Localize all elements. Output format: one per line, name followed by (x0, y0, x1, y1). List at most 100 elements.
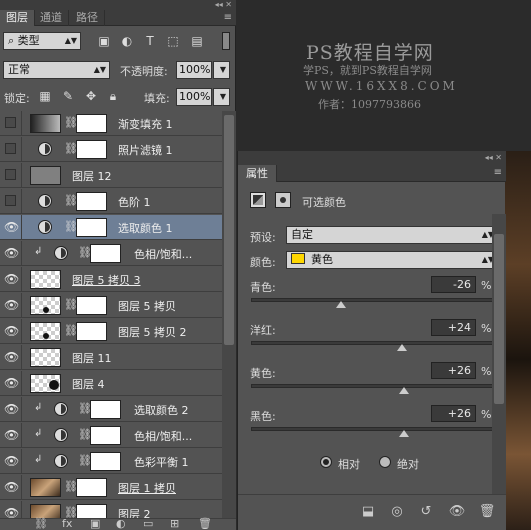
visibility-toggle[interactable]: 👁︎ (0, 475, 22, 500)
preset-select[interactable]: 自定 ▲▼ (286, 226, 498, 244)
visibility-toggle[interactable] (0, 189, 22, 214)
layer-mask-thumbnail[interactable] (76, 192, 107, 211)
props-collapse-bar[interactable]: ◂◂ ✕ (238, 151, 506, 165)
layers-scrollbar[interactable] (222, 111, 236, 521)
black-value-field[interactable]: +26 (431, 405, 476, 422)
layer-row[interactable]: 👁︎ 图层 11 (0, 345, 222, 370)
colors-select[interactable]: 黄色 ▲▼ (286, 251, 498, 269)
adjustment-filter-icon[interactable]: ◐ (120, 34, 134, 48)
visibility-toggle[interactable]: 👁︎ (0, 319, 22, 344)
layer-row[interactable]: 👁︎ ↲ ⛓ 色相/饱和... (0, 423, 222, 448)
yellow-slider-track[interactable] (251, 384, 494, 388)
magenta-slider-knob[interactable] (396, 344, 407, 351)
layer-mask-thumbnail[interactable] (90, 400, 121, 419)
pixel-filter-icon[interactable]: ▣ (97, 34, 111, 48)
clip-to-layer-icon[interactable]: ⬓ (359, 503, 377, 521)
visibility-toggle[interactable]: 👁︎ (0, 397, 22, 422)
layer-style-icon[interactable]: fx (62, 517, 72, 530)
eye-icon[interactable]: 👁︎ (448, 503, 466, 521)
layer-mask-thumbnail[interactable] (76, 296, 107, 315)
visibility-toggle[interactable]: 👁︎ (0, 345, 22, 370)
fill-field[interactable]: 100% (176, 88, 212, 106)
visibility-toggle[interactable] (0, 163, 22, 188)
magenta-slider-track[interactable] (251, 341, 494, 345)
layer-mask-thumbnail[interactable] (76, 140, 107, 159)
filter-kind-select[interactable]: ⌕ 类型 ▲▼ (3, 32, 81, 50)
layer-row[interactable]: 👁︎ ↲ ⛓ 选取颜色 2 (0, 397, 222, 422)
layer-row[interactable]: 👁︎ 图层 5 拷贝 3 (0, 267, 222, 292)
visibility-toggle[interactable] (0, 111, 22, 136)
black-slider-knob[interactable] (399, 430, 410, 437)
reset-icon[interactable]: ↺ (417, 503, 435, 521)
watermark-author: 作者：1097793866 (318, 98, 421, 111)
lock-all-icon[interactable]: 🔒︎ (106, 89, 120, 103)
yellow-value-field[interactable]: +26 (431, 362, 476, 379)
collapse-bar[interactable]: ◂◂ ✕ (0, 0, 236, 10)
layer-mask-thumbnail[interactable] (76, 218, 107, 237)
layer-row[interactable]: ⛓ 照片滤镜 1 (0, 137, 222, 162)
trash-icon[interactable]: 🗑︎ (478, 503, 496, 521)
visibility-toggle[interactable]: 👁︎ (0, 215, 22, 240)
layer-mask-thumbnail[interactable] (76, 322, 107, 341)
absolute-radio[interactable] (379, 456, 391, 468)
layer-row[interactable]: 图层 12 (0, 163, 222, 188)
scrollbar-thumb[interactable] (494, 234, 504, 404)
add-mask-icon[interactable]: ▣ (90, 517, 100, 530)
relative-radio[interactable] (320, 456, 332, 468)
layer-mask-thumbnail[interactable] (76, 478, 107, 497)
tab-layers[interactable]: 图层 (0, 10, 35, 26)
layer-row[interactable]: 👁︎ ↲ ⛓ 色彩平衡 1 (0, 449, 222, 474)
smart-object-filter-icon[interactable]: ▤ (190, 34, 204, 48)
properties-scrollbar[interactable] (492, 214, 506, 494)
filter-toggle[interactable] (222, 32, 230, 50)
shape-filter-icon[interactable]: ⬚ (166, 34, 180, 48)
layer-row[interactable]: 👁︎ ⛓ 图层 5 拷贝 2 (0, 319, 222, 344)
lock-transparency-icon[interactable]: ▦ (38, 89, 52, 103)
layer-row[interactable]: ⛓ 色阶 1 (0, 189, 222, 214)
layer-row-selected[interactable]: 👁︎ ⛓ 选取颜色 1 (0, 215, 222, 240)
layer-row[interactable]: 👁︎ 图层 4 (0, 371, 222, 396)
visibility-toggle[interactable]: 👁︎ (0, 423, 22, 448)
cyan-slider-knob[interactable] (335, 301, 346, 308)
link-layers-icon[interactable]: ⛓ (34, 517, 48, 530)
layer-row[interactable]: ⛓ 渐变填充 1 (0, 111, 222, 136)
visibility-toggle[interactable]: 👁︎ (0, 267, 22, 292)
tab-channels[interactable]: 通道 (34, 10, 69, 26)
cyan-slider-track[interactable] (251, 298, 494, 302)
panel-menu-icon[interactable]: ≡ (224, 12, 232, 24)
new-adjustment-icon[interactable]: ◐ (116, 517, 126, 530)
panel-menu-icon[interactable]: ≡ (494, 167, 502, 179)
layer-row[interactable]: 👁︎ ↲ ⛓ 色相/饱和... (0, 241, 222, 266)
lock-paint-icon[interactable]: ✎ (61, 89, 75, 103)
visibility-toggle[interactable]: 👁︎ (0, 293, 22, 318)
opacity-dropdown[interactable]: ▼ (213, 61, 230, 79)
mask-icon[interactable] (275, 192, 291, 208)
lock-position-icon[interactable]: ✥ (84, 89, 98, 103)
visibility-toggle[interactable]: 👁︎ (0, 241, 22, 266)
layer-row[interactable]: 👁︎ ⛓ 图层 1 拷贝 (0, 475, 222, 500)
tab-paths[interactable]: 路径 (70, 10, 105, 26)
magenta-value-field[interactable]: +24 (431, 319, 476, 336)
layer-mask-thumbnail[interactable] (76, 114, 107, 133)
layer-mask-thumbnail[interactable] (90, 426, 121, 445)
layer-mask-thumbnail[interactable] (90, 244, 121, 263)
visibility-toggle[interactable]: 👁︎ (0, 449, 22, 474)
visibility-toggle[interactable]: 👁︎ (0, 371, 22, 396)
visibility-toggle[interactable] (0, 137, 22, 162)
view-previous-icon[interactable]: ◎ (388, 503, 406, 521)
type-filter-icon[interactable]: T (143, 34, 157, 48)
opacity-field[interactable]: 100% (176, 61, 212, 79)
yellow-slider-knob[interactable] (399, 387, 410, 394)
new-group-icon[interactable]: ▭ (143, 517, 153, 530)
layer-mask-thumbnail[interactable] (90, 452, 121, 471)
blend-mode-select[interactable]: 正常 ▲▼ (3, 61, 110, 79)
layer-row[interactable]: 👁︎ ⛓ 图层 5 拷贝 (0, 293, 222, 318)
layer-name: 图层 11 (72, 352, 112, 365)
new-layer-icon[interactable]: ⊞ (170, 517, 179, 530)
black-slider-track[interactable] (251, 427, 494, 431)
scrollbar-thumb[interactable] (224, 115, 234, 345)
cyan-value-field[interactable]: -26 (431, 276, 476, 293)
fill-dropdown[interactable]: ▼ (213, 88, 230, 106)
trash-icon[interactable]: 🗑︎ (198, 517, 212, 530)
tab-properties[interactable]: 属性 (238, 165, 277, 182)
